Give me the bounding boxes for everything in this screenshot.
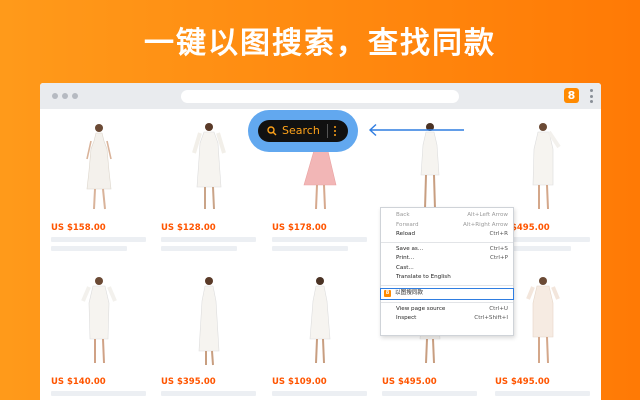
menu-item-forward[interactable]: Forward Alt+Right Arrow — [381, 221, 513, 231]
product-price: US $495.00 — [495, 377, 550, 387]
search-button-label: Search — [282, 124, 320, 137]
extension-icon: 8 — [384, 289, 391, 297]
menu-label: Reload — [396, 231, 416, 237]
browser-toolbar: 8 — [40, 83, 601, 109]
product-price: US $495.00 — [382, 377, 437, 387]
placeholder-line — [51, 237, 146, 242]
product-grid: US $158.00 US $128.00 US $178.00 US $495… — [40, 109, 601, 400]
headline: 一键以图搜索，查找同款 — [144, 26, 496, 61]
menu-item-cast[interactable]: Cast... — [381, 264, 513, 274]
product-price: US $178.00 — [272, 223, 327, 233]
menu-shortcut: Alt+Left Arrow — [467, 212, 508, 218]
menu-separator — [381, 301, 513, 303]
menu-item-reload[interactable]: Reload Ctrl+R — [381, 230, 513, 240]
menu-shortcut: Ctrl+Shift+I — [474, 315, 508, 321]
menu-shortcut: Ctrl+S — [489, 245, 508, 252]
menu-label: Inspect — [396, 315, 417, 321]
window-dot[interactable] — [62, 93, 68, 99]
placeholder-line — [495, 391, 590, 396]
menu-shortcut: Ctrl+U — [489, 305, 508, 312]
browser-menu-icon[interactable] — [589, 89, 593, 103]
menu-shortcut: Ctrl+P — [489, 255, 508, 261]
product-price: US $158.00 — [51, 223, 106, 233]
menu-item-translate[interactable]: Translate to English — [381, 273, 513, 283]
divider — [327, 124, 328, 138]
context-menu: Back Alt+Left Arrow Forward Alt+Right Arro… — [380, 207, 514, 336]
window-controls — [52, 93, 78, 99]
placeholder-line — [51, 246, 127, 251]
menu-item-image-search[interactable]: 8 以图搜同款 — [380, 287, 514, 300]
menu-label: Save as... — [396, 245, 424, 252]
placeholder-line — [51, 391, 146, 396]
window-dot[interactable] — [52, 93, 58, 99]
extension-icon[interactable]: 8 — [564, 88, 579, 103]
arrow-left-icon — [368, 123, 464, 137]
menu-item-view-source[interactable]: View page source Ctrl+U — [381, 305, 513, 315]
placeholder-line — [272, 391, 367, 396]
product-card[interactable]: US $109.00 — [272, 273, 367, 396]
address-bar[interactable] — [181, 90, 459, 103]
menu-item-inspect[interactable]: Inspect Ctrl+Shift+I — [381, 314, 513, 324]
menu-label: View page source — [396, 305, 446, 312]
product-price: US $140.00 — [51, 377, 106, 387]
product-price: US $128.00 — [161, 223, 216, 233]
menu-separator — [381, 241, 513, 243]
menu-label: Print... — [396, 255, 415, 261]
product-price: US $109.00 — [272, 377, 327, 387]
menu-label: Cast... — [396, 264, 414, 271]
more-options-icon[interactable] — [333, 126, 337, 136]
search-button[interactable]: Search — [258, 120, 348, 142]
menu-item-save-as[interactable]: Save as... Ctrl+S — [381, 245, 513, 255]
product-card[interactable]: US $395.00 — [161, 273, 256, 396]
menu-separator — [381, 284, 513, 286]
dress-image[interactable] — [161, 273, 256, 373]
menu-item-back[interactable]: Back Alt+Left Arrow — [381, 211, 513, 221]
dress-image[interactable] — [51, 119, 146, 219]
window-dot[interactable] — [72, 93, 78, 99]
menu-label: Forward — [396, 221, 419, 228]
menu-label: Back — [396, 212, 410, 218]
menu-item-print[interactable]: Print... Ctrl+P — [381, 254, 513, 264]
dress-image[interactable] — [495, 119, 590, 219]
product-card[interactable]: US $140.00 — [51, 273, 146, 396]
dress-image[interactable] — [272, 273, 367, 373]
product-card[interactable]: US $128.00 — [161, 119, 256, 251]
placeholder-line — [272, 237, 367, 242]
product-price: US $395.00 — [161, 377, 216, 387]
placeholder-line — [161, 237, 256, 242]
placeholder-line — [272, 246, 348, 251]
menu-label: Translate to English — [396, 274, 451, 280]
menu-shortcut: Alt+Right Arrow — [463, 221, 508, 228]
search-highlight: Search — [248, 110, 358, 152]
placeholder-line — [382, 391, 477, 396]
menu-label: 以图搜同款 — [395, 289, 423, 296]
product-card[interactable]: US $158.00 — [51, 119, 146, 251]
dress-image[interactable] — [51, 273, 146, 373]
placeholder-line — [161, 391, 256, 396]
search-icon — [267, 126, 277, 136]
dress-image[interactable] — [161, 119, 256, 219]
placeholder-line — [161, 246, 237, 251]
menu-shortcut: Ctrl+R — [489, 231, 508, 237]
